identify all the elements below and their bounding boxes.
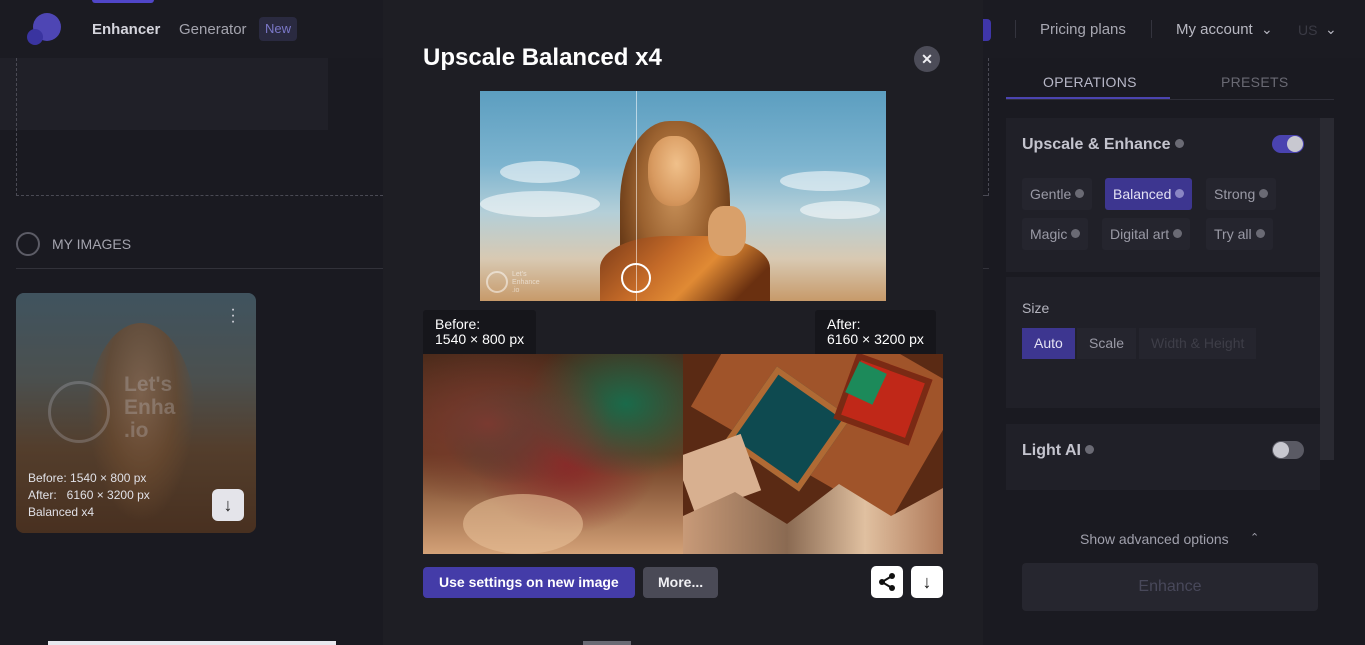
before-size: 1540 × 800 px — [435, 331, 525, 347]
chevron-down-icon[interactable]: ⌄ — [1325, 21, 1337, 38]
chip-label: Gentle — [1030, 186, 1072, 202]
chevron-down-icon[interactable]: ⌄ — [1261, 21, 1273, 38]
card-watermark: Let's Enha .io — [124, 373, 176, 442]
use-settings-button[interactable]: Use settings on new image — [423, 567, 635, 598]
new-badge: New — [259, 17, 298, 41]
upscale-title-text: Upscale & Enhance — [1022, 136, 1171, 153]
preview-face — [648, 136, 700, 206]
active-nav-indicator — [92, 0, 154, 3]
panel-scrollbar[interactable] — [1320, 118, 1334, 460]
size-label: Size — [1022, 300, 1050, 316]
info-icon[interactable] — [1071, 229, 1081, 238]
cloud — [500, 161, 580, 183]
more-button[interactable]: More... — [643, 567, 719, 598]
info-icon[interactable] — [1259, 189, 1269, 198]
card-info: Before: 1540 × 800 px After: 6160 × 3200… — [28, 470, 150, 521]
info-icon[interactable] — [1174, 139, 1184, 148]
upload-dropzone-edge — [988, 58, 989, 196]
tab-operations[interactable]: OPERATIONS — [1043, 74, 1137, 90]
chip-label: Balanced — [1113, 186, 1172, 202]
mode-digital-art[interactable]: Digital art — [1102, 218, 1191, 250]
comparison-handle[interactable] — [621, 263, 651, 293]
cloud — [800, 201, 880, 219]
nav-divider — [1151, 20, 1152, 38]
zoom-before-image — [423, 354, 683, 554]
preview-watermark: Let's Enhance .io — [512, 271, 540, 294]
advanced-options-toggle[interactable]: Show advanced options — [1080, 531, 1229, 547]
nav-account[interactable]: My account — [1176, 21, 1253, 38]
upload-dropzone[interactable] — [16, 58, 388, 196]
more-vertical-icon[interactable]: · · · — [228, 302, 238, 330]
watermark-icon — [486, 271, 508, 293]
light-ai-toggle[interactable] — [1272, 441, 1304, 459]
language-selector[interactable]: US — [1298, 22, 1317, 38]
upscale-toggle[interactable] — [1272, 135, 1304, 153]
image-card[interactable]: Let's Enha .io · · · Before: 1540 × 800 px A… — [16, 293, 256, 533]
light-ai-title: Light AI — [1022, 442, 1094, 460]
enhance-button[interactable]: Enhance — [1022, 563, 1318, 611]
upscale-title: Upscale & Enhance — [1022, 136, 1184, 154]
cloud — [780, 171, 870, 191]
mode-strong[interactable]: Strong — [1206, 178, 1277, 210]
mode-gentle[interactable]: Gentle — [1022, 178, 1093, 210]
card-mode: Balanced x4 — [28, 505, 95, 519]
horizontal-scrollbar[interactable] — [48, 641, 336, 645]
light-ai-text: Light AI — [1022, 442, 1081, 459]
zoom-after-image — [683, 354, 943, 554]
mode-try-all[interactable]: Try all — [1206, 218, 1273, 250]
mode-magic[interactable]: Magic — [1022, 218, 1089, 250]
after-size: 6160 × 3200 px — [827, 331, 924, 347]
divider — [16, 268, 383, 269]
divider — [983, 268, 989, 269]
modal-title: Upscale Balanced x4 — [423, 44, 662, 71]
size-auto[interactable]: Auto — [1022, 328, 1075, 359]
nav-hidden-button-edge[interactable] — [983, 19, 991, 41]
size-width-height[interactable]: Width & Height — [1139, 328, 1257, 359]
tab-presets[interactable]: PRESETS — [1221, 74, 1288, 90]
my-images-heading: MY IMAGES — [52, 236, 132, 252]
after-label-title: After: — [827, 316, 861, 332]
info-icon[interactable] — [1255, 229, 1265, 238]
comparison-preview[interactable]: Let's Enhance .io — [480, 91, 886, 301]
upload-dropzone-edge — [983, 195, 989, 196]
after-label: After: 6160 × 3200 px — [815, 310, 936, 354]
chip-label: Strong — [1214, 186, 1256, 202]
info-icon[interactable] — [1173, 229, 1183, 238]
blur-region — [463, 494, 583, 554]
chip-label: Digital art — [1110, 226, 1170, 242]
download-icon[interactable]: ↓ — [911, 566, 943, 598]
nav-generator[interactable]: Generator — [179, 21, 247, 38]
close-icon[interactable]: ✕ — [914, 46, 940, 72]
preview-hand — [708, 206, 746, 256]
tabs-divider — [1006, 99, 1334, 100]
horizontal-scrollbar-thumb[interactable] — [583, 641, 631, 645]
nav-divider — [1015, 20, 1016, 38]
active-tab-indicator — [1006, 97, 1170, 99]
card-after-size: After: 6160 × 3200 px — [28, 488, 150, 502]
logo-icon[interactable] — [27, 13, 61, 45]
before-label: Before: 1540 × 800 px — [423, 310, 537, 354]
info-icon[interactable] — [1084, 445, 1094, 454]
info-icon[interactable] — [1075, 189, 1085, 198]
chip-label: Try all — [1214, 226, 1252, 242]
watermark-icon — [48, 381, 110, 443]
share-icon[interactable] — [871, 566, 903, 598]
select-all-radio[interactable] — [16, 232, 40, 256]
before-label-title: Before: — [435, 316, 481, 332]
download-icon[interactable]: ↓ — [212, 489, 244, 521]
nav-pricing[interactable]: Pricing plans — [1040, 21, 1126, 38]
app-root: Enhancer Generator New Pricing plans My … — [0, 0, 1365, 645]
mode-balanced[interactable]: Balanced — [1105, 178, 1193, 210]
cloud — [480, 191, 600, 217]
info-icon[interactable] — [1175, 189, 1185, 198]
chip-label: Magic — [1030, 226, 1068, 242]
chevron-up-icon[interactable]: ⌃ — [1250, 531, 1259, 544]
card-before-size: Before: 1540 × 800 px — [28, 471, 147, 485]
size-scale[interactable]: Scale — [1077, 328, 1137, 359]
nav-enhancer[interactable]: Enhancer — [92, 21, 160, 38]
